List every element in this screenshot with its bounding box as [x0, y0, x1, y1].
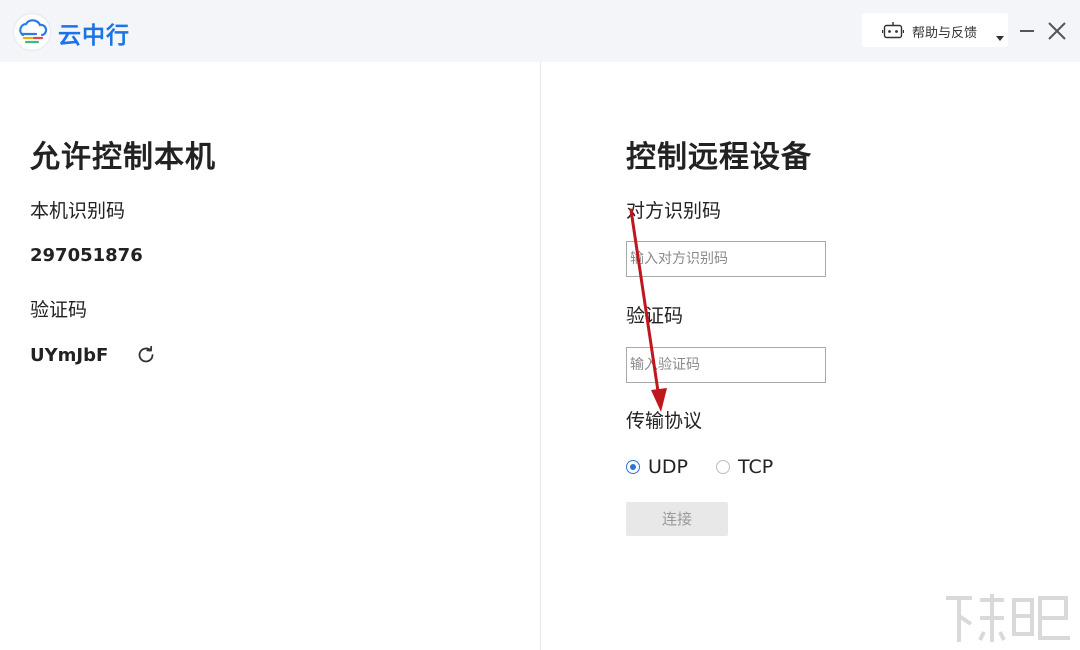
protocol-radio-label: UDP	[648, 456, 688, 478]
local-code-value: UYmJbF	[30, 345, 109, 366]
protocol-radio-tcp[interactable]: TCP	[716, 456, 786, 480]
protocol-label: 传输协议	[626, 410, 703, 432]
help-feedback-button[interactable]: 帮助与反馈	[862, 13, 1008, 47]
cloud-logo-icon	[14, 14, 50, 50]
control-remote-title: 控制远程设备	[626, 140, 812, 175]
watermark-logo-icon	[940, 590, 1076, 648]
protocol-radio-label: TCP	[738, 456, 774, 478]
app-window: 云中行 帮助与反馈 允许控制本机 本机识别码 297051876 验证码 UYm…	[0, 0, 1080, 650]
peer-id-label: 对方识别码	[626, 200, 722, 222]
help-feedback-label: 帮助与反馈	[912, 26, 978, 41]
local-id-value: 297051876	[30, 245, 143, 266]
radio-unchecked-icon	[716, 460, 730, 474]
local-code-label: 验证码	[30, 299, 88, 321]
protocol-radio-udp[interactable]: UDP	[626, 456, 696, 480]
close-icon[interactable]	[1046, 20, 1068, 42]
chevron-down-icon[interactable]	[996, 36, 1004, 41]
app-title: 云中行	[58, 23, 130, 49]
radio-checked-icon	[626, 460, 640, 474]
robot-icon	[881, 21, 905, 39]
peer-code-label: 验证码	[626, 305, 684, 327]
title-bar: 云中行 帮助与反馈	[0, 0, 1080, 62]
minimize-icon[interactable]	[1018, 18, 1038, 42]
panel-divider	[540, 62, 541, 650]
allow-control-title: 允许控制本机	[30, 140, 216, 175]
connect-button[interactable]: 连接	[626, 502, 728, 536]
refresh-icon[interactable]	[136, 345, 156, 365]
peer-code-input[interactable]	[626, 347, 826, 383]
local-id-label: 本机识别码	[30, 200, 126, 222]
peer-id-input[interactable]	[626, 241, 826, 277]
